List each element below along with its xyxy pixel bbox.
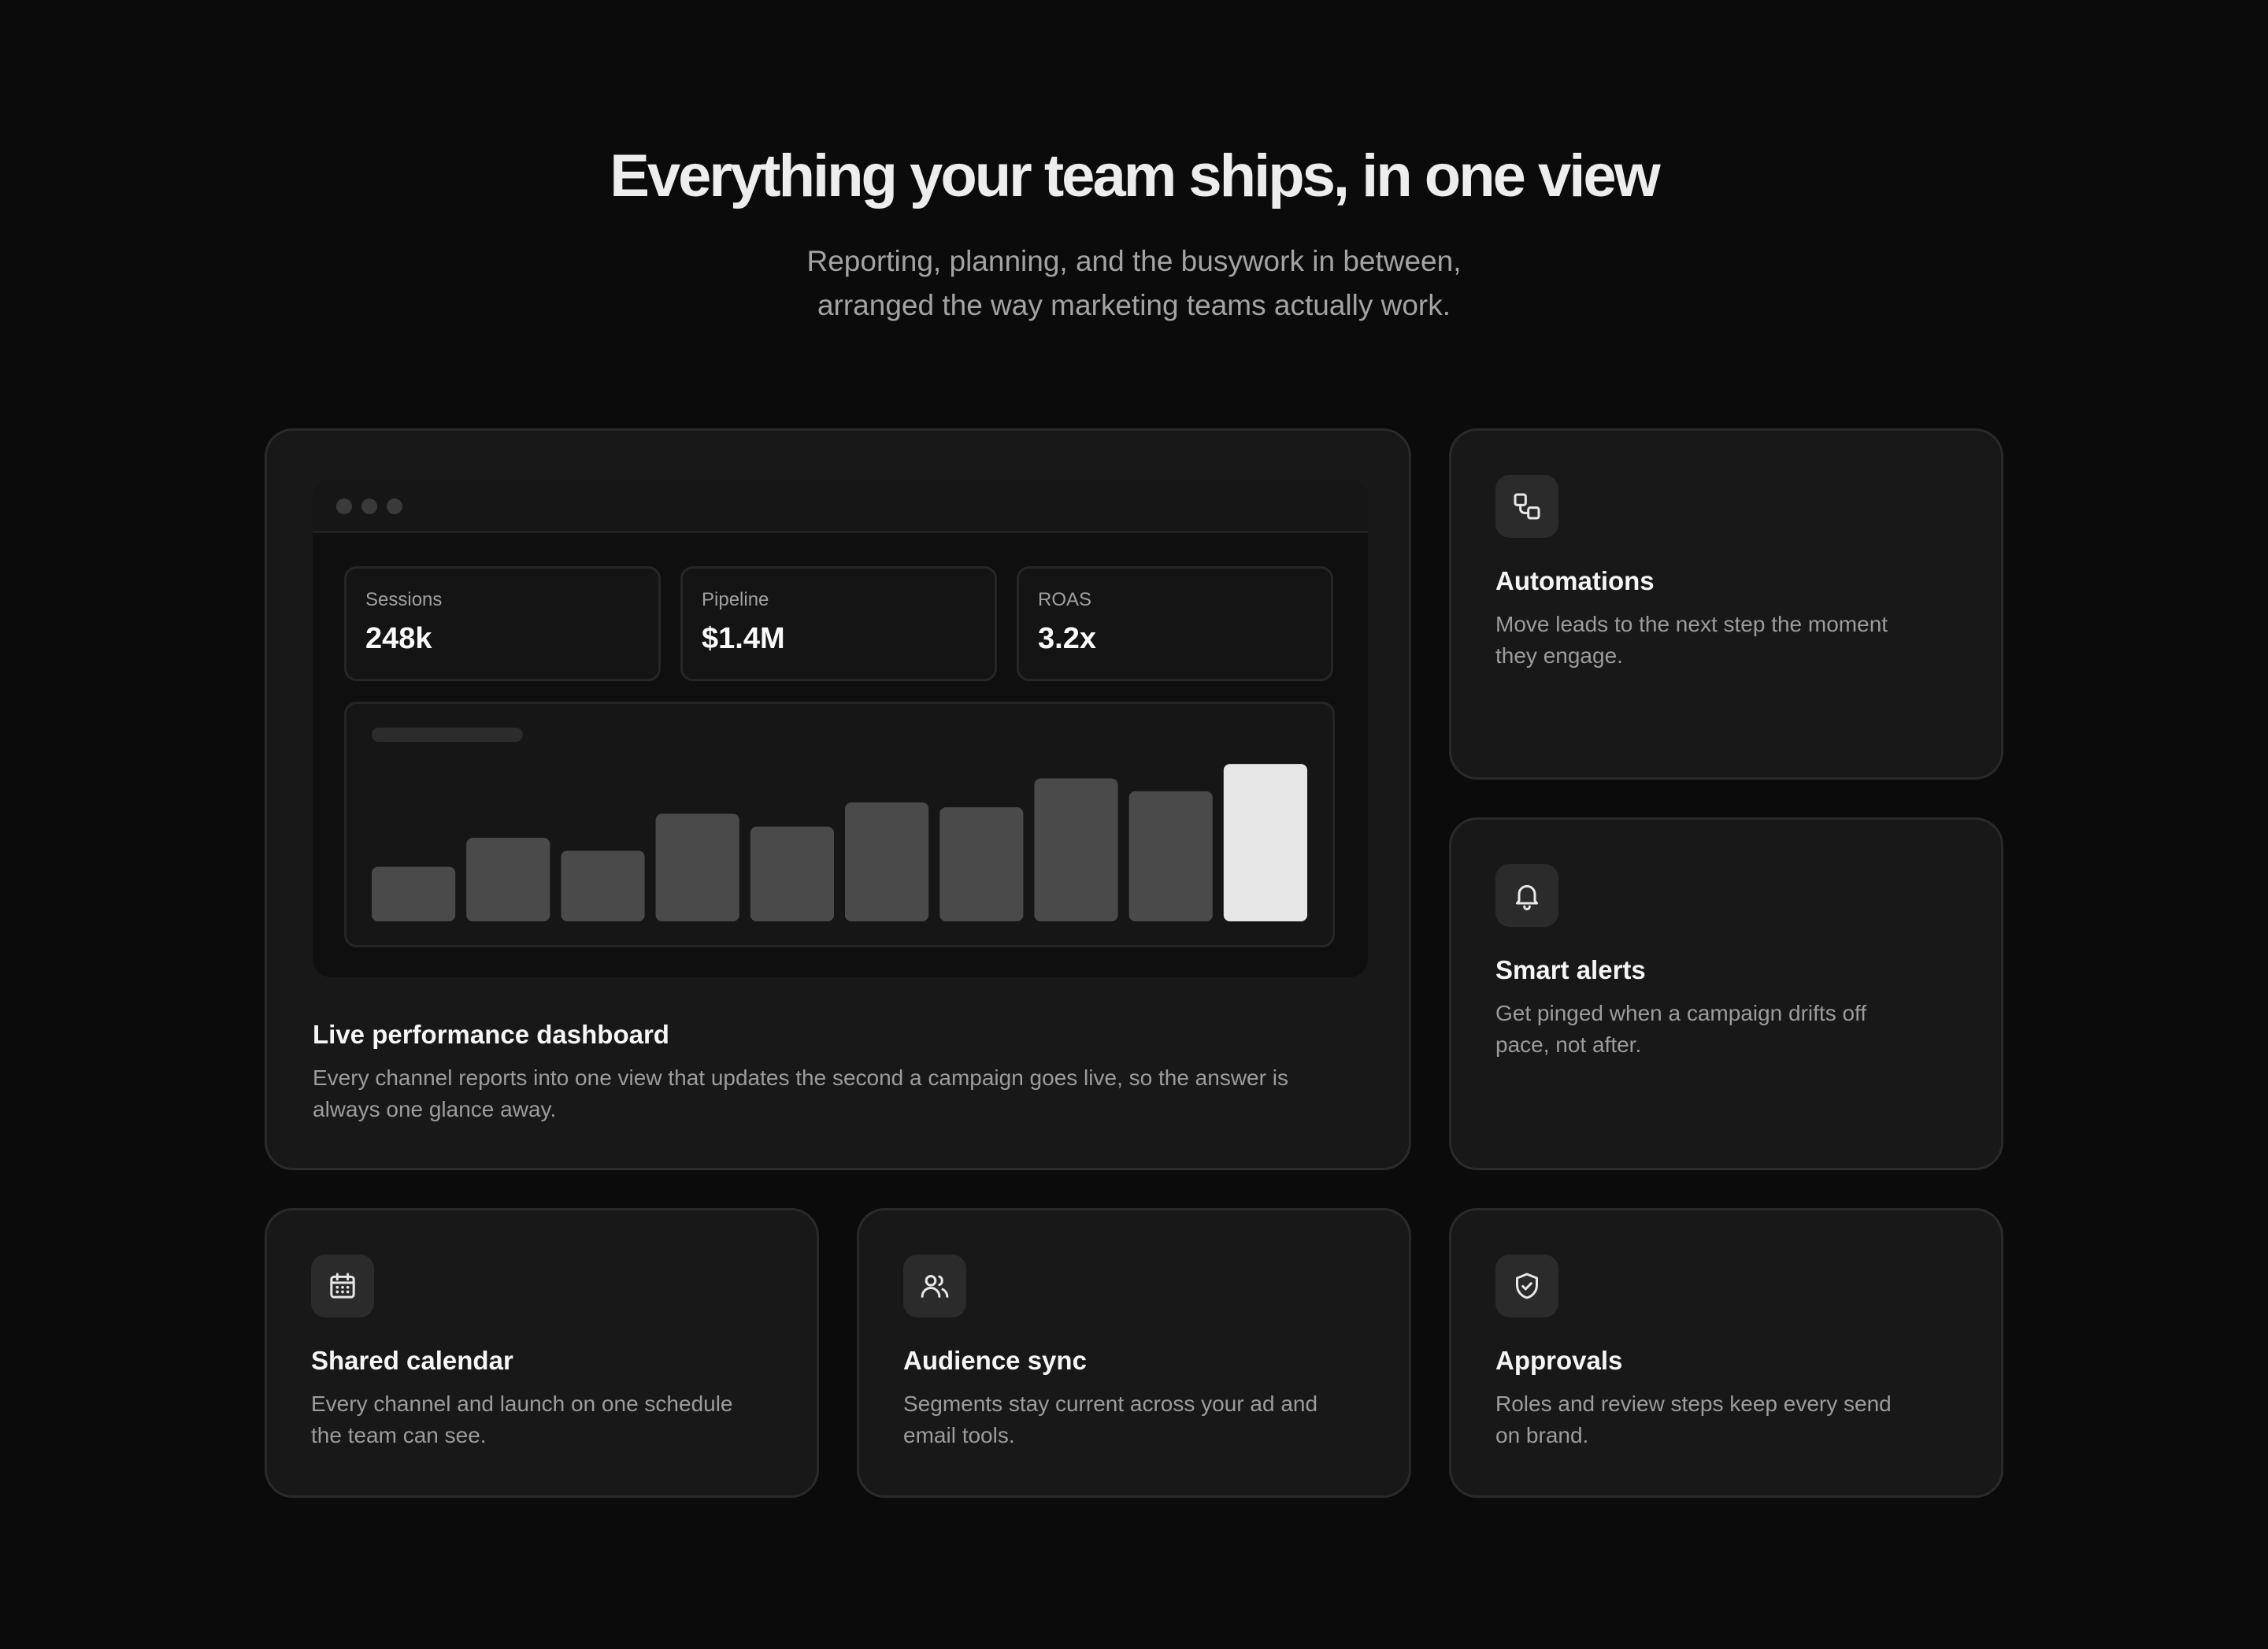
description-line-2: they engage. [1495, 643, 1623, 668]
description-line-1: Every channel and launch on one schedule [311, 1391, 733, 1416]
window-title-bar [313, 480, 1368, 533]
chart-bar [1034, 778, 1118, 921]
features-section: Everything your team ships, in one view … [0, 0, 2268, 1649]
description-line-1: Move leads to the next step the moment [1495, 612, 1888, 636]
chart-panel [344, 702, 1335, 947]
window-dot-1 [336, 498, 352, 514]
card-title: Smart alerts [1495, 955, 1646, 984]
chart-bar [845, 802, 929, 921]
stat-card-roas: ROAS 3.2x [1017, 566, 1333, 681]
chart-bar-highlight [1223, 764, 1307, 921]
chart-bar [750, 826, 834, 921]
description-line-2: on brand. [1495, 1423, 1589, 1447]
stat-value: 248k [365, 622, 432, 655]
users-icon [903, 1254, 966, 1317]
card-description: Move leads to the next step the moment t… [1495, 609, 1968, 672]
stat-label: ROAS [1038, 589, 1092, 610]
card-title: Audience sync [903, 1346, 1087, 1375]
calendar-icon [311, 1254, 374, 1317]
description-line-1: Segments stay current across your ad and [903, 1391, 1318, 1416]
bar-chart [372, 764, 1307, 921]
chart-bar [939, 807, 1024, 921]
card-title: Automations [1495, 566, 1655, 595]
description-line-1: Every channel reports into one view that… [313, 1065, 1288, 1090]
description-line-1: Get pinged when a campaign drifts off [1495, 1001, 1867, 1025]
description-line-2: the team can see. [311, 1423, 487, 1447]
subtitle-line-1: Reporting, planning, and the busywork in… [806, 245, 1462, 277]
shield-check-icon [1495, 1254, 1558, 1317]
description-line-2: always one glance away. [313, 1097, 557, 1121]
card-title: Live performance dashboard [313, 1020, 669, 1049]
chart-bar [372, 866, 456, 921]
section-subtitle: Reporting, planning, and the busywork in… [0, 239, 2268, 328]
dashboard-card: Sessions 248k Pipeline $1.4M ROAS 3.2x L… [265, 428, 1411, 1170]
card-title: Approvals [1495, 1346, 1623, 1375]
stat-card-sessions: Sessions 248k [344, 566, 661, 681]
stat-label: Sessions [365, 589, 443, 610]
subtitle-line-2: arranged the way marketing teams actuall… [817, 289, 1451, 321]
card-description: Roles and review steps keep every send o… [1495, 1388, 1968, 1451]
feature-card-approvals: Approvals Roles and review steps keep ev… [1449, 1208, 2003, 1498]
stat-value: $1.4M [702, 622, 785, 655]
chart-bar [1128, 791, 1213, 921]
bell-icon [1495, 864, 1558, 927]
card-description: Get pinged when a campaign drifts off pa… [1495, 998, 1968, 1061]
stat-card-pipeline: Pipeline $1.4M [680, 566, 997, 681]
window-dot-3 [387, 498, 402, 514]
description-line-2: pace, not after. [1495, 1032, 1642, 1057]
workflow-icon [1495, 475, 1558, 538]
feature-card-automations: Automations Move leads to the next step … [1449, 428, 2003, 780]
window-dot-2 [361, 498, 377, 514]
chart-bar [466, 837, 550, 921]
description-line-1: Roles and review steps keep every send [1495, 1391, 1892, 1416]
card-title: Shared calendar [311, 1346, 513, 1375]
card-description: Segments stay current across your ad and… [903, 1388, 1376, 1451]
chart-bar [561, 850, 645, 921]
description-line-2: email tools. [903, 1423, 1015, 1447]
stat-value: 3.2x [1038, 622, 1096, 655]
card-description: Every channel reports into one view that… [313, 1062, 1384, 1125]
stat-label: Pipeline [702, 589, 769, 610]
dashboard-window: Sessions 248k Pipeline $1.4M ROAS 3.2x [313, 480, 1368, 977]
section-title: Everything your team ships, in one view [610, 143, 1661, 209]
feature-card-shared-calendar: Shared calendar Every channel and launch… [265, 1208, 819, 1498]
feature-card-smart-alerts: Smart alerts Get pinged when a campaign … [1449, 817, 2003, 1170]
feature-card-audience-sync: Audience sync Segments stay current acro… [857, 1208, 1411, 1498]
card-description: Every channel and launch on one schedule… [311, 1388, 784, 1451]
chart-bar [655, 813, 739, 921]
